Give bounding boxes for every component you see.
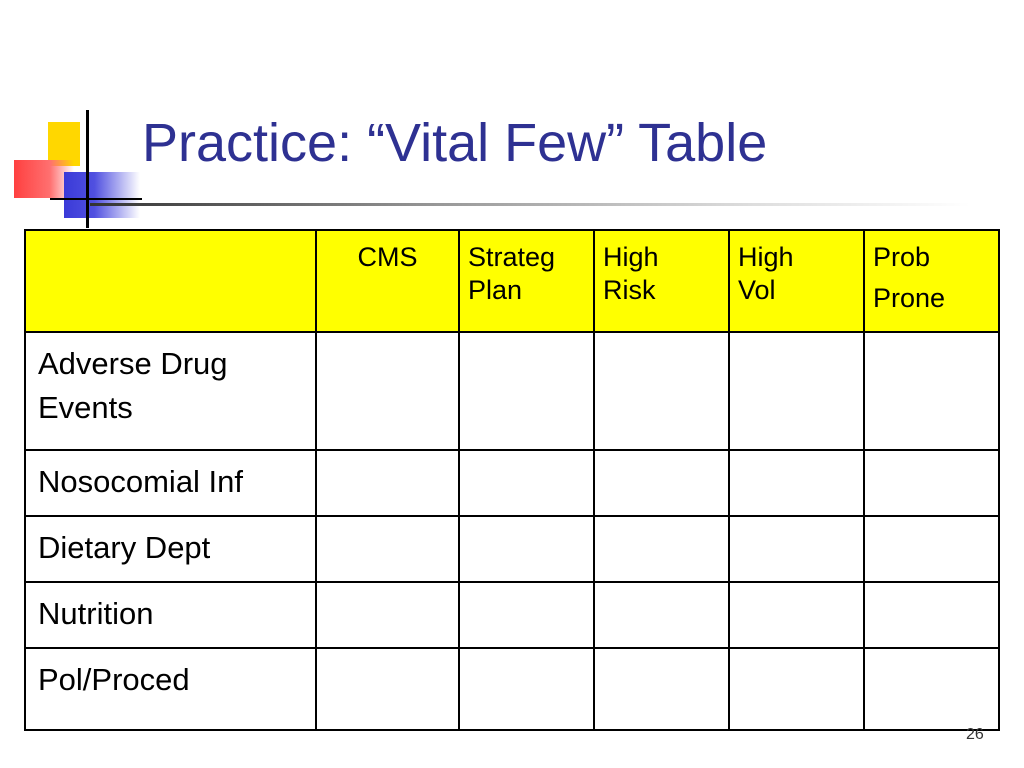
table-cell <box>458 515 595 583</box>
table-cell <box>593 449 730 517</box>
table-cell <box>315 515 460 583</box>
table-cell <box>458 449 595 517</box>
row-label-nosocomial-inf: Nosocomial Inf <box>24 449 317 517</box>
table-cell <box>728 581 865 649</box>
table-cell <box>593 647 730 731</box>
header-cell-blank <box>24 229 317 333</box>
logo-vertical-line <box>86 110 89 228</box>
table-cell <box>593 515 730 583</box>
table-row: Nosocomial Inf <box>24 449 1000 517</box>
table-cell <box>593 581 730 649</box>
title-underline <box>90 203 970 206</box>
table-row: Adverse Drug Events <box>24 331 1000 451</box>
table-cell <box>458 331 595 451</box>
table-row: Dietary Dept <box>24 515 1000 583</box>
row-label-dietary-dept: Dietary Dept <box>24 515 317 583</box>
row-label-nutrition: Nutrition <box>24 581 317 649</box>
table-cell <box>863 581 1000 649</box>
table-cell <box>863 331 1000 451</box>
header-cell-cms: CMS <box>315 229 460 333</box>
table-cell <box>728 331 865 451</box>
header-cell-prob-prone: Prob Prone <box>863 229 1000 333</box>
table-header-row: CMS Strateg Plan High Risk High Vol Prob <box>24 229 1000 333</box>
table-cell <box>315 331 460 451</box>
table-cell <box>458 581 595 649</box>
header-cell-high-risk: High Risk <box>593 229 730 333</box>
table-cell <box>728 647 865 731</box>
row-label-adverse-drug-events: Adverse Drug Events <box>24 331 317 451</box>
table-cell <box>863 647 1000 731</box>
table-cell <box>315 581 460 649</box>
table-cell <box>863 515 1000 583</box>
logo-blue-square <box>64 172 140 218</box>
slide-title: Practice: “Vital Few” Table <box>142 113 768 173</box>
row-label-pol-proced: Pol/Proced <box>24 647 317 731</box>
table-cell <box>593 331 730 451</box>
table-row: Nutrition <box>24 581 1000 649</box>
table-cell <box>315 647 460 731</box>
table-cell <box>863 449 1000 517</box>
logo-horizontal-line <box>50 198 142 200</box>
table-row: Pol/Proced <box>24 647 1000 731</box>
table-cell <box>728 515 865 583</box>
table-cell <box>728 449 865 517</box>
header-cell-high-vol: High Vol <box>728 229 865 333</box>
header-cell-strateg-plan: Strateg Plan <box>458 229 595 333</box>
vital-few-table: CMS Strateg Plan High Risk High Vol Prob <box>24 229 1000 731</box>
page-number: 26 <box>966 726 984 743</box>
table-cell <box>458 647 595 731</box>
table-cell <box>315 449 460 517</box>
